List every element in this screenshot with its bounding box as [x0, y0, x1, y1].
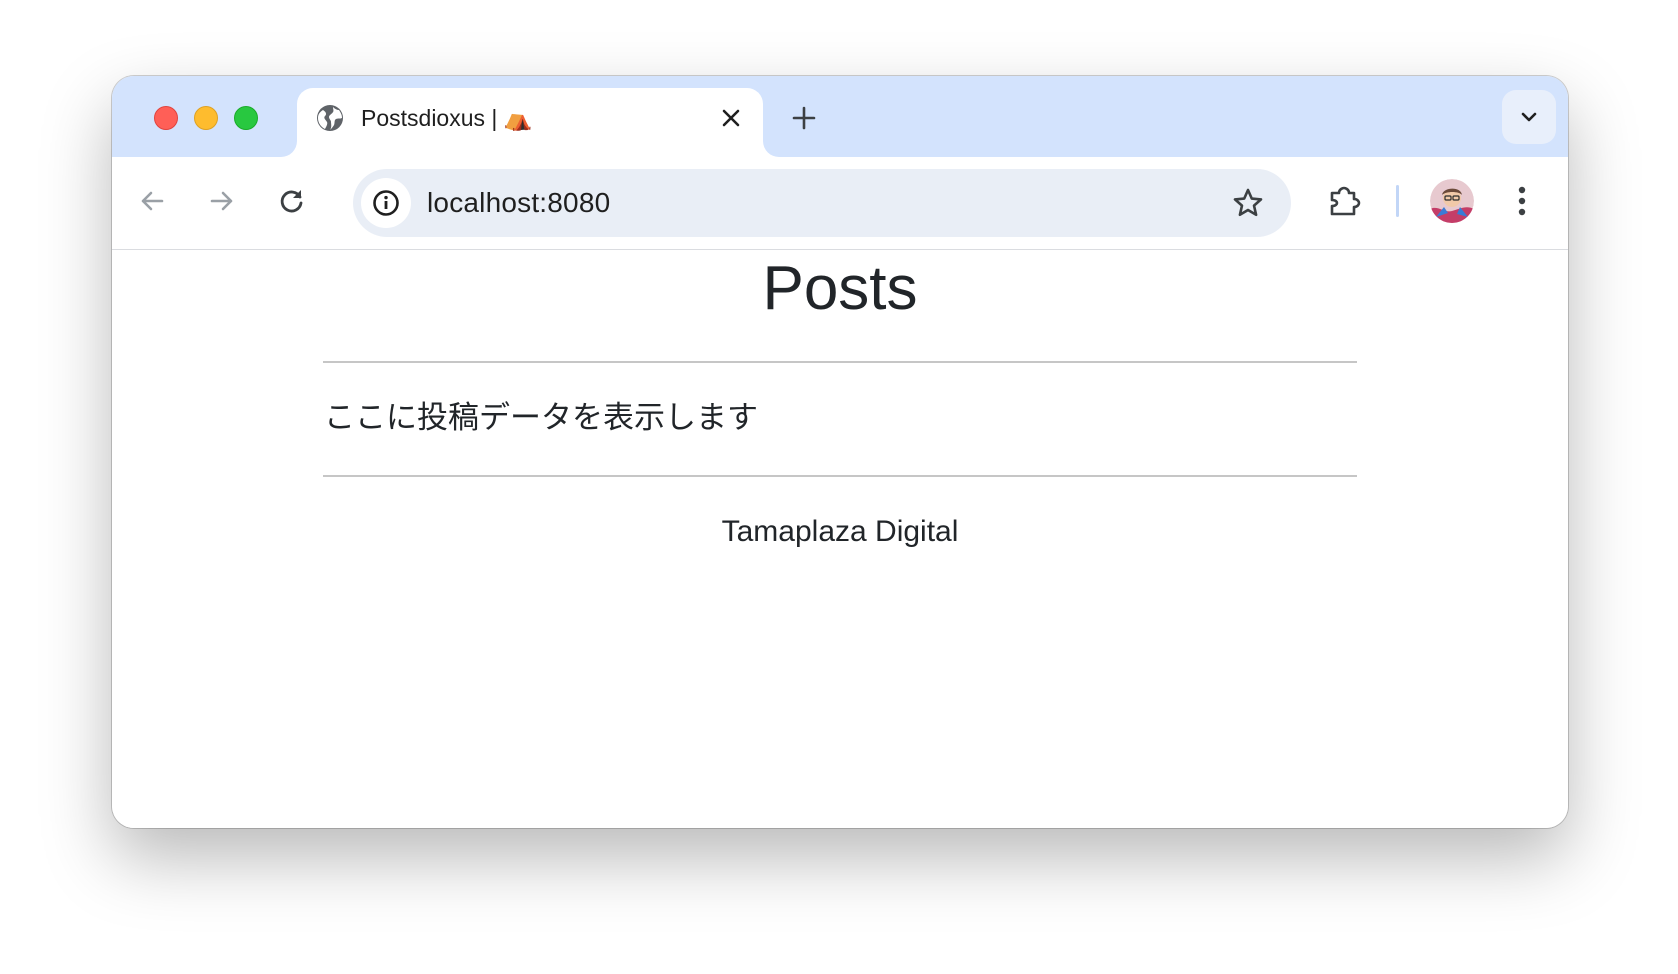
back-button[interactable]: [130, 179, 174, 223]
divider-top: [323, 361, 1357, 363]
browser-window: Postsdioxus | ⛺ localhost:8080 Posts ここに…: [112, 76, 1568, 828]
tab-close-button[interactable]: [717, 104, 745, 132]
posts-placeholder-text: ここに投稿データを表示します: [324, 400, 758, 435]
window-maximize-button[interactable]: [234, 106, 258, 130]
reload-icon: [280, 190, 303, 213]
bookmark-button[interactable]: [1227, 182, 1269, 224]
page-content: Posts ここに投稿データを表示します Tamaplaza Digital: [112, 250, 1568, 828]
reload-button[interactable]: [270, 179, 314, 223]
arrow-right-icon: [210, 191, 233, 211]
info-icon: [373, 190, 399, 216]
url-text: localhost:8080: [427, 187, 611, 218]
star-icon: [1233, 188, 1263, 217]
active-tab[interactable]: Postsdioxus | ⛺: [297, 88, 763, 157]
more-vert-icon: [1518, 186, 1526, 216]
extensions-button[interactable]: [1322, 179, 1366, 223]
tab-title: Postsdioxus | ⛺: [361, 105, 533, 131]
footer-text: Tamaplaza Digital: [721, 515, 959, 548]
window-close-button[interactable]: [154, 106, 178, 130]
profile-icon: [1430, 179, 1474, 223]
plus-icon: [792, 106, 816, 130]
puzzle-icon: [1330, 186, 1361, 216]
window-minimize-button[interactable]: [194, 106, 218, 130]
browser-toolbar: localhost:8080: [112, 157, 1568, 250]
chevron-down-icon: [1521, 112, 1537, 122]
tab-search-button[interactable]: [1502, 90, 1556, 144]
close-icon: [722, 109, 740, 127]
forward-button[interactable]: [200, 179, 244, 223]
address-bar[interactable]: localhost:8080: [353, 169, 1291, 237]
browser-menu-button[interactable]: [1500, 179, 1544, 223]
profile-avatar[interactable]: [1430, 179, 1474, 223]
tab-strip: Postsdioxus | ⛺: [112, 76, 1568, 157]
page-title: Posts: [762, 254, 918, 323]
toolbar-divider: [1396, 185, 1399, 217]
divider-bottom: [323, 475, 1357, 477]
site-info-button[interactable]: [361, 178, 411, 228]
globe-icon: [317, 105, 343, 131]
new-tab-button[interactable]: [784, 98, 824, 138]
arrow-left-icon: [141, 191, 164, 211]
